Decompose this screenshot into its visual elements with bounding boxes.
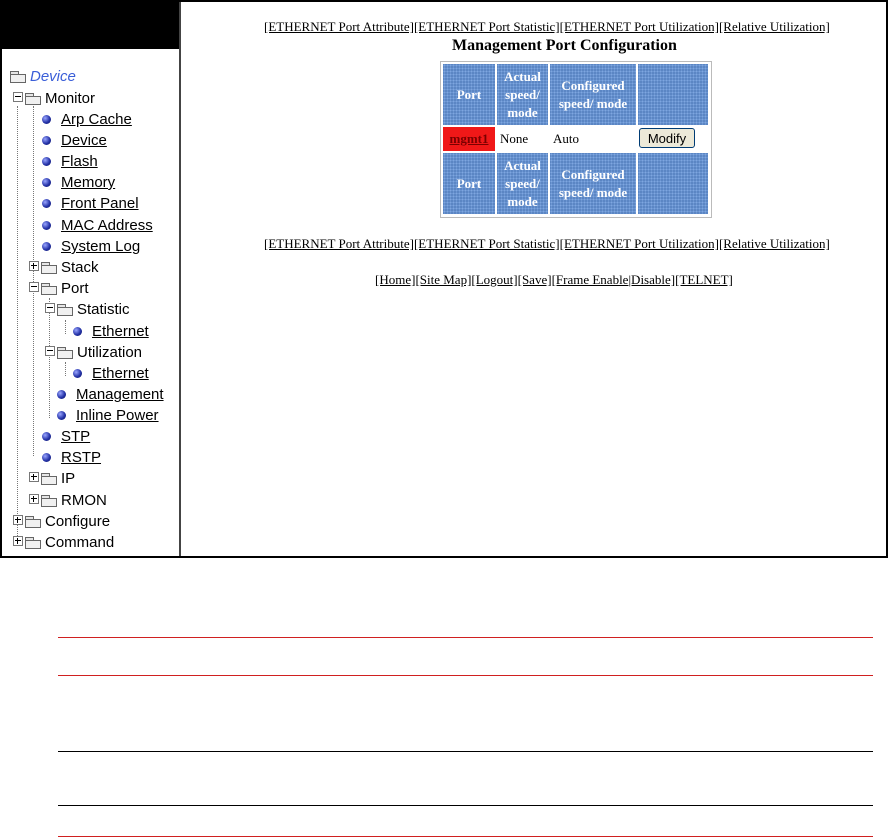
link-ethernet-port-statistic[interactable]: [ETHERNET Port Statistic] <box>414 19 560 34</box>
tree-guide <box>65 320 66 334</box>
folder-open-icon <box>57 304 73 316</box>
folder-open-icon <box>41 283 57 295</box>
expand-icon[interactable] <box>13 515 23 525</box>
tree-guide <box>17 106 18 546</box>
collapse-icon[interactable] <box>29 282 39 292</box>
top-link-bar: [ETHERNET Port Attribute][ETHERNET Port … <box>264 19 830 35</box>
port-config-table: Port Actual speed/ mode Configured speed… <box>440 61 712 218</box>
link-relative-utilization[interactable]: [Relative Utilization] <box>719 19 830 34</box>
bottom-link-bar-ethernet: [ETHERNET Port Attribute][ETHERNET Port … <box>264 236 830 252</box>
bullet-icon <box>73 327 82 336</box>
footer-header-port: Port <box>443 153 495 214</box>
link-site-map[interactable]: [Site Map] <box>415 272 471 287</box>
folder-icon <box>41 473 57 485</box>
folder-open-icon <box>25 93 41 105</box>
tree-item-flash[interactable]: Flash <box>42 152 98 172</box>
tree-root-device[interactable]: Device <box>10 67 76 87</box>
folder-icon <box>41 262 57 274</box>
collapse-icon[interactable] <box>13 92 23 102</box>
tree-guide <box>65 362 66 376</box>
footer-header-action <box>638 153 708 214</box>
main-content: [ETHERNET Port Attribute][ETHERNET Port … <box>181 2 886 556</box>
nav-tree-panel: Device Monitor Arp Cache Device Flash Me… <box>2 2 181 556</box>
bullet-icon <box>42 432 51 441</box>
tree-item-command[interactable]: Command <box>13 533 114 553</box>
link-home[interactable]: [Home] <box>375 272 415 287</box>
tree-item-ip[interactable]: IP <box>29 469 75 489</box>
bullet-icon <box>42 178 51 187</box>
bullet-icon <box>42 221 51 230</box>
actual-speed-value: None <box>497 127 548 151</box>
link-ethernet-port-statistic-2[interactable]: [ETHERNET Port Statistic] <box>414 236 560 251</box>
expand-icon[interactable] <box>29 494 39 504</box>
tree-item-device[interactable]: Device <box>42 131 107 151</box>
header-action <box>638 64 708 125</box>
tree-item-stack[interactable]: Stack <box>29 258 99 278</box>
expand-icon[interactable] <box>29 472 39 482</box>
header-port: Port <box>443 64 495 125</box>
folder-icon <box>41 495 57 507</box>
link-frame-disable[interactable]: |Disable] <box>628 272 675 287</box>
bullet-icon <box>42 115 51 124</box>
bullet-icon <box>42 199 51 208</box>
link-relative-utilization-2[interactable]: [Relative Utilization] <box>719 236 830 251</box>
link-frame-enable[interactable]: [Frame Enable <box>552 272 629 287</box>
link-ethernet-port-utilization[interactable]: [ETHERNET Port Utilization] <box>560 19 719 34</box>
bullet-icon <box>57 411 66 420</box>
modify-button[interactable]: Modify <box>639 128 695 148</box>
folder-open-icon <box>57 347 73 359</box>
tree-item-utilization[interactable]: Utilization <box>45 343 142 363</box>
link-ethernet-port-attribute[interactable]: [ETHERNET Port Attribute] <box>264 19 414 34</box>
bullet-icon <box>42 242 51 251</box>
bullet-icon <box>57 390 66 399</box>
bullet-icon <box>42 136 51 145</box>
bullet-icon <box>42 453 51 462</box>
link-telnet[interactable]: [TELNET] <box>675 272 733 287</box>
collapse-icon[interactable] <box>45 303 55 313</box>
tree-item-rmon[interactable]: RMON <box>29 491 107 511</box>
bullet-icon <box>42 157 51 166</box>
tree-item-rstp[interactable]: RSTP <box>42 448 101 468</box>
tree-item-arp-cache[interactable]: Arp Cache <box>42 110 132 130</box>
rule-black-second <box>58 805 873 806</box>
tree-item-port[interactable]: Port <box>29 279 89 299</box>
header-actual-speed: Actual speed/ mode <box>497 64 548 125</box>
tree-item-management[interactable]: Management <box>57 385 164 405</box>
rule-red-bottom <box>58 836 873 837</box>
bullet-icon <box>73 369 82 378</box>
configured-speed-value: Auto <box>550 127 636 151</box>
link-save[interactable]: [Save] <box>518 272 552 287</box>
tree-item-memory[interactable]: Memory <box>42 173 115 193</box>
rule-red-top <box>58 637 873 638</box>
link-logout[interactable]: [Logout] <box>471 272 517 287</box>
rule-black-first <box>58 751 873 752</box>
tree-item-statistic[interactable]: Statistic <box>45 300 130 320</box>
rule-red-second <box>58 675 873 676</box>
tree-item-statistic-ethernet[interactable]: Ethernet <box>73 322 149 342</box>
port-link-mgmt1[interactable]: mgmt1 <box>443 127 495 151</box>
browser-frame: Device Monitor Arp Cache Device Flash Me… <box>0 0 888 558</box>
tree-item-stp[interactable]: STP <box>42 427 90 447</box>
expand-icon[interactable] <box>29 261 39 271</box>
link-ethernet-port-utilization-2[interactable]: [ETHERNET Port Utilization] <box>560 236 719 251</box>
footer-header-actual-speed: Actual speed/ mode <box>497 153 548 214</box>
page-title: Management Port Configuration <box>452 37 677 54</box>
header-configured-speed: Configured speed/ mode <box>550 64 636 125</box>
tree-item-front-panel[interactable]: Front Panel <box>42 194 139 214</box>
site-link-bar: [Home][Site Map][Logout][Save][Frame Ena… <box>375 272 733 288</box>
tree-item-monitor[interactable]: Monitor <box>13 89 95 109</box>
footer-header-configured-speed: Configured speed/ mode <box>550 153 636 214</box>
tree-item-configure[interactable]: Configure <box>13 512 110 532</box>
tree-item-mac-address[interactable]: MAC Address <box>42 216 153 236</box>
collapse-icon[interactable] <box>45 346 55 356</box>
logo-banner <box>2 2 179 49</box>
tree-item-inline-power[interactable]: Inline Power <box>57 406 159 426</box>
folder-icon <box>25 516 41 528</box>
link-ethernet-port-attribute-2[interactable]: [ETHERNET Port Attribute] <box>264 236 414 251</box>
folder-icon <box>25 537 41 549</box>
expand-icon[interactable] <box>13 536 23 546</box>
folder-open-icon <box>10 71 26 83</box>
tree-item-system-log[interactable]: System Log <box>42 237 140 257</box>
tree-item-utilization-ethernet[interactable]: Ethernet <box>73 364 149 384</box>
